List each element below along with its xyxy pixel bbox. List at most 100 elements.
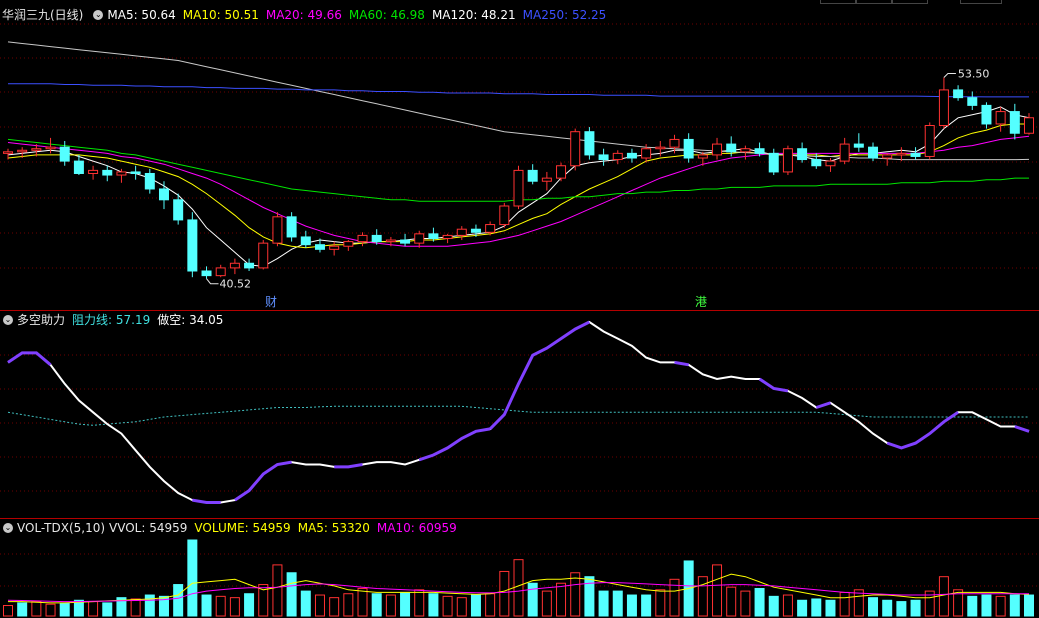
ma10-label: MA10: 50.51	[182, 8, 259, 22]
indicator-strong-segment	[886, 411, 959, 450]
volume-bar	[541, 590, 552, 617]
indicator-strong-segment	[192, 498, 221, 504]
candle-body	[683, 138, 694, 159]
indicator-strong-segment	[1014, 425, 1030, 433]
vol-ma5-label: MA5: 53320	[297, 521, 370, 535]
volume-bar	[428, 593, 439, 617]
candle-body	[697, 154, 708, 159]
high-price-label: 53.50	[958, 68, 990, 81]
volume-bar	[782, 594, 793, 617]
ma250-label: MA250: 52.25	[522, 8, 607, 22]
volume-bar	[626, 594, 637, 617]
candle-body	[442, 234, 453, 239]
short-label: 做空: 34.05	[157, 313, 224, 327]
volume-bar	[697, 576, 708, 617]
volume-bar	[17, 602, 28, 617]
candle-body	[712, 143, 723, 156]
candle-body	[584, 131, 595, 156]
volume-bar	[414, 589, 425, 617]
volume-bar	[910, 599, 921, 617]
volume-bar	[825, 599, 836, 617]
candle-body	[910, 152, 921, 157]
volume-indicator-name: VOL-TDX(5,10)	[17, 521, 106, 535]
low-marker-line	[206, 278, 219, 285]
candle-body	[102, 169, 113, 176]
indicator-settings-icon[interactable]: ⌄	[3, 315, 13, 325]
volume-panel-header: ⌄ VOL-TDX(5,10) VVOL: 54959 VOLUME: 5495…	[0, 519, 464, 537]
volume-bar	[995, 595, 1006, 617]
volume-bar	[754, 587, 765, 617]
volume-bar	[286, 572, 297, 617]
volume-bar	[357, 587, 368, 617]
candle-body	[158, 188, 169, 201]
candle-body	[130, 171, 141, 174]
volume-bar	[868, 597, 879, 617]
volume-settings-icon[interactable]: ⌄	[3, 523, 13, 533]
volume-bar	[45, 603, 56, 617]
candle-body	[811, 159, 822, 167]
volume-bar	[485, 593, 496, 617]
volume-bar	[612, 590, 623, 617]
volume-bar	[641, 594, 652, 617]
stock-name: 华润三九(日线)	[2, 8, 84, 22]
candle-body	[31, 148, 42, 151]
volume-bar	[768, 595, 779, 617]
candle-body	[229, 262, 240, 269]
volume-bar	[896, 601, 907, 617]
low-price-label: 40.52	[220, 278, 252, 291]
candle-body	[868, 146, 879, 159]
volume-bar	[187, 539, 198, 617]
candle-body	[244, 262, 255, 269]
volume-bar	[343, 593, 354, 617]
candle-body	[414, 233, 425, 244]
ma120-label: MA120: 48.21	[431, 8, 516, 22]
volume-bar	[556, 582, 567, 617]
candle-body	[45, 146, 56, 150]
candle-body	[300, 236, 311, 246]
resist-line-label: 阻力线: 57.19	[72, 313, 151, 327]
candle-body	[612, 152, 623, 161]
candle-body	[967, 97, 978, 106]
candle-body	[541, 177, 552, 182]
candle-body	[641, 148, 652, 159]
candle-body	[385, 239, 396, 243]
volume-label: VOLUME: 54959	[194, 521, 291, 535]
candle-body	[286, 216, 297, 238]
candle-body	[570, 131, 581, 167]
indicator-name: 多空助力	[17, 313, 66, 327]
volume-bar	[513, 559, 524, 617]
candle-body	[655, 146, 666, 150]
volume-bar	[371, 593, 382, 617]
candle-body	[272, 216, 283, 244]
candle-body	[400, 239, 411, 244]
volume-bar	[981, 594, 992, 617]
volume-bar	[598, 590, 609, 617]
candle-body	[825, 160, 836, 167]
volume-bar	[499, 570, 510, 617]
candle-body	[896, 152, 907, 156]
candle-body	[768, 152, 779, 173]
settings-circle-icon[interactable]: ⌄	[93, 10, 104, 20]
volume-bar	[400, 591, 411, 617]
indicator-line	[7, 320, 1030, 504]
candle-body	[470, 228, 481, 233]
volume-bar	[314, 594, 325, 617]
indicator-strong-segment	[334, 463, 363, 469]
volume-bar	[215, 595, 226, 617]
volume-bar	[442, 595, 453, 617]
candle-body	[329, 245, 340, 250]
candle-body	[1024, 117, 1034, 134]
volume-bar	[300, 590, 311, 617]
indicator-strong-segment	[418, 427, 491, 462]
candle-body	[499, 205, 510, 226]
volume-bar	[3, 605, 13, 617]
candle-body	[726, 143, 737, 153]
main-panel-header: 华润三九(日线) ⌄ MA5: 50.64 MA10: 50.51 MA20: …	[0, 6, 613, 24]
candle-body	[144, 172, 155, 190]
resist-line	[7, 405, 1029, 426]
candle-body	[314, 244, 325, 250]
candle-body	[1009, 111, 1020, 134]
volume-bar	[59, 603, 70, 617]
volume-bar	[655, 589, 666, 617]
candle-body	[839, 143, 850, 162]
